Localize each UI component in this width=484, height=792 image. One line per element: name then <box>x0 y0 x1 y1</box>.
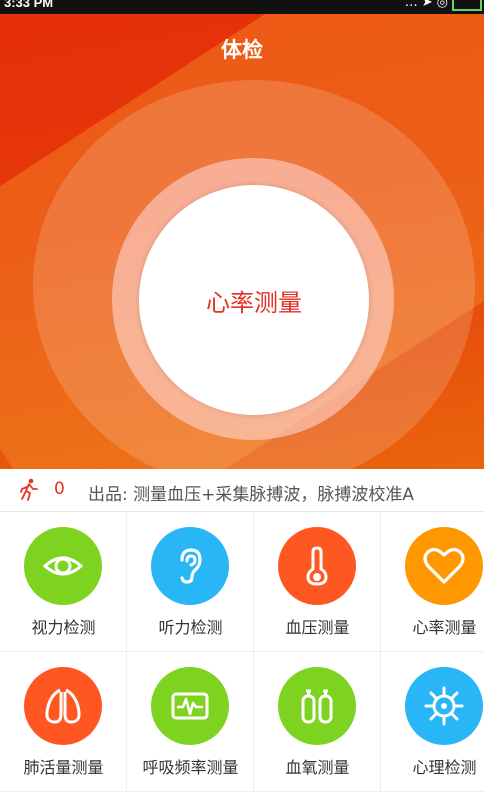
ear-icon <box>180 548 202 584</box>
wifi-icon: ◎ <box>436 0 452 10</box>
marquee-text: 出品: 测量血压+采集脉搏波，脉搏波校准A <box>88 485 415 505</box>
tile-vision-test[interactable]: 视力检测 <box>0 512 127 652</box>
tile-icon-circle <box>151 527 229 605</box>
tile-icon-circle <box>24 667 102 745</box>
eye-icon <box>42 556 84 576</box>
tile-label: 肺活量测量 <box>23 758 104 777</box>
lungs-icon <box>45 688 81 724</box>
thermometer-icon <box>306 546 328 586</box>
tile-label: 视力检测 <box>31 618 96 637</box>
page-title: 体检 <box>221 38 263 62</box>
ticker-bar: 0 出品: 测量血压+采集脉搏波，脉搏波校准A <box>0 469 484 512</box>
tile-psychological-test[interactable]: 心理检测 <box>381 652 484 792</box>
status-icons: …➤◎ <box>405 0 482 11</box>
tile-icon-circle <box>278 527 356 605</box>
tile-lung-capacity[interactable]: 肺活量测量 <box>0 652 127 792</box>
test-grid: 视力检测 听力检测 血压测量 心率测量 肺活量测量 呼吸频率测量 血氧测量 心理… <box>0 512 484 792</box>
signal-icon: … <box>404 0 422 10</box>
location-icon: ➤ <box>421 0 437 10</box>
tile-icon-circle <box>405 527 483 605</box>
tile-hearing-test[interactable]: 听力检测 <box>127 512 254 652</box>
tile-label: 听力检测 <box>158 618 223 637</box>
heart-icon <box>423 548 465 584</box>
tile-label: 血压测量 <box>285 618 350 637</box>
waveform-icon <box>171 692 209 720</box>
oxygen-tanks-icon <box>301 689 333 724</box>
tile-blood-oxygen[interactable]: 血氧测量 <box>254 652 381 792</box>
tile-icon-circle <box>405 667 483 745</box>
tile-icon-circle <box>24 527 102 605</box>
walking-person-icon <box>20 478 38 501</box>
tile-icon-circle <box>151 667 229 745</box>
tile-respiratory-rate[interactable]: 呼吸频率测量 <box>127 652 254 792</box>
tile-label: 心理检测 <box>412 758 477 777</box>
tile-label: 血氧测量 <box>285 758 350 777</box>
tile-label: 心率测量 <box>412 618 477 637</box>
header-panel: 体检 心率测量 <box>0 14 484 469</box>
tile-blood-pressure[interactable]: 血压测量 <box>254 512 381 652</box>
tile-heart-rate[interactable]: 心率测量 <box>381 512 484 652</box>
heart-rate-measure-button[interactable]: 心率测量 <box>139 185 369 415</box>
status-bar: 3:33 PM …➤◎ <box>0 0 484 14</box>
helm-icon <box>424 686 464 726</box>
tile-label: 呼吸频率测量 <box>142 758 239 777</box>
status-time: 3:33 PM <box>4 0 54 10</box>
step-count: 0 <box>54 479 65 499</box>
tile-icon-circle <box>278 667 356 745</box>
battery-icon <box>452 0 482 11</box>
